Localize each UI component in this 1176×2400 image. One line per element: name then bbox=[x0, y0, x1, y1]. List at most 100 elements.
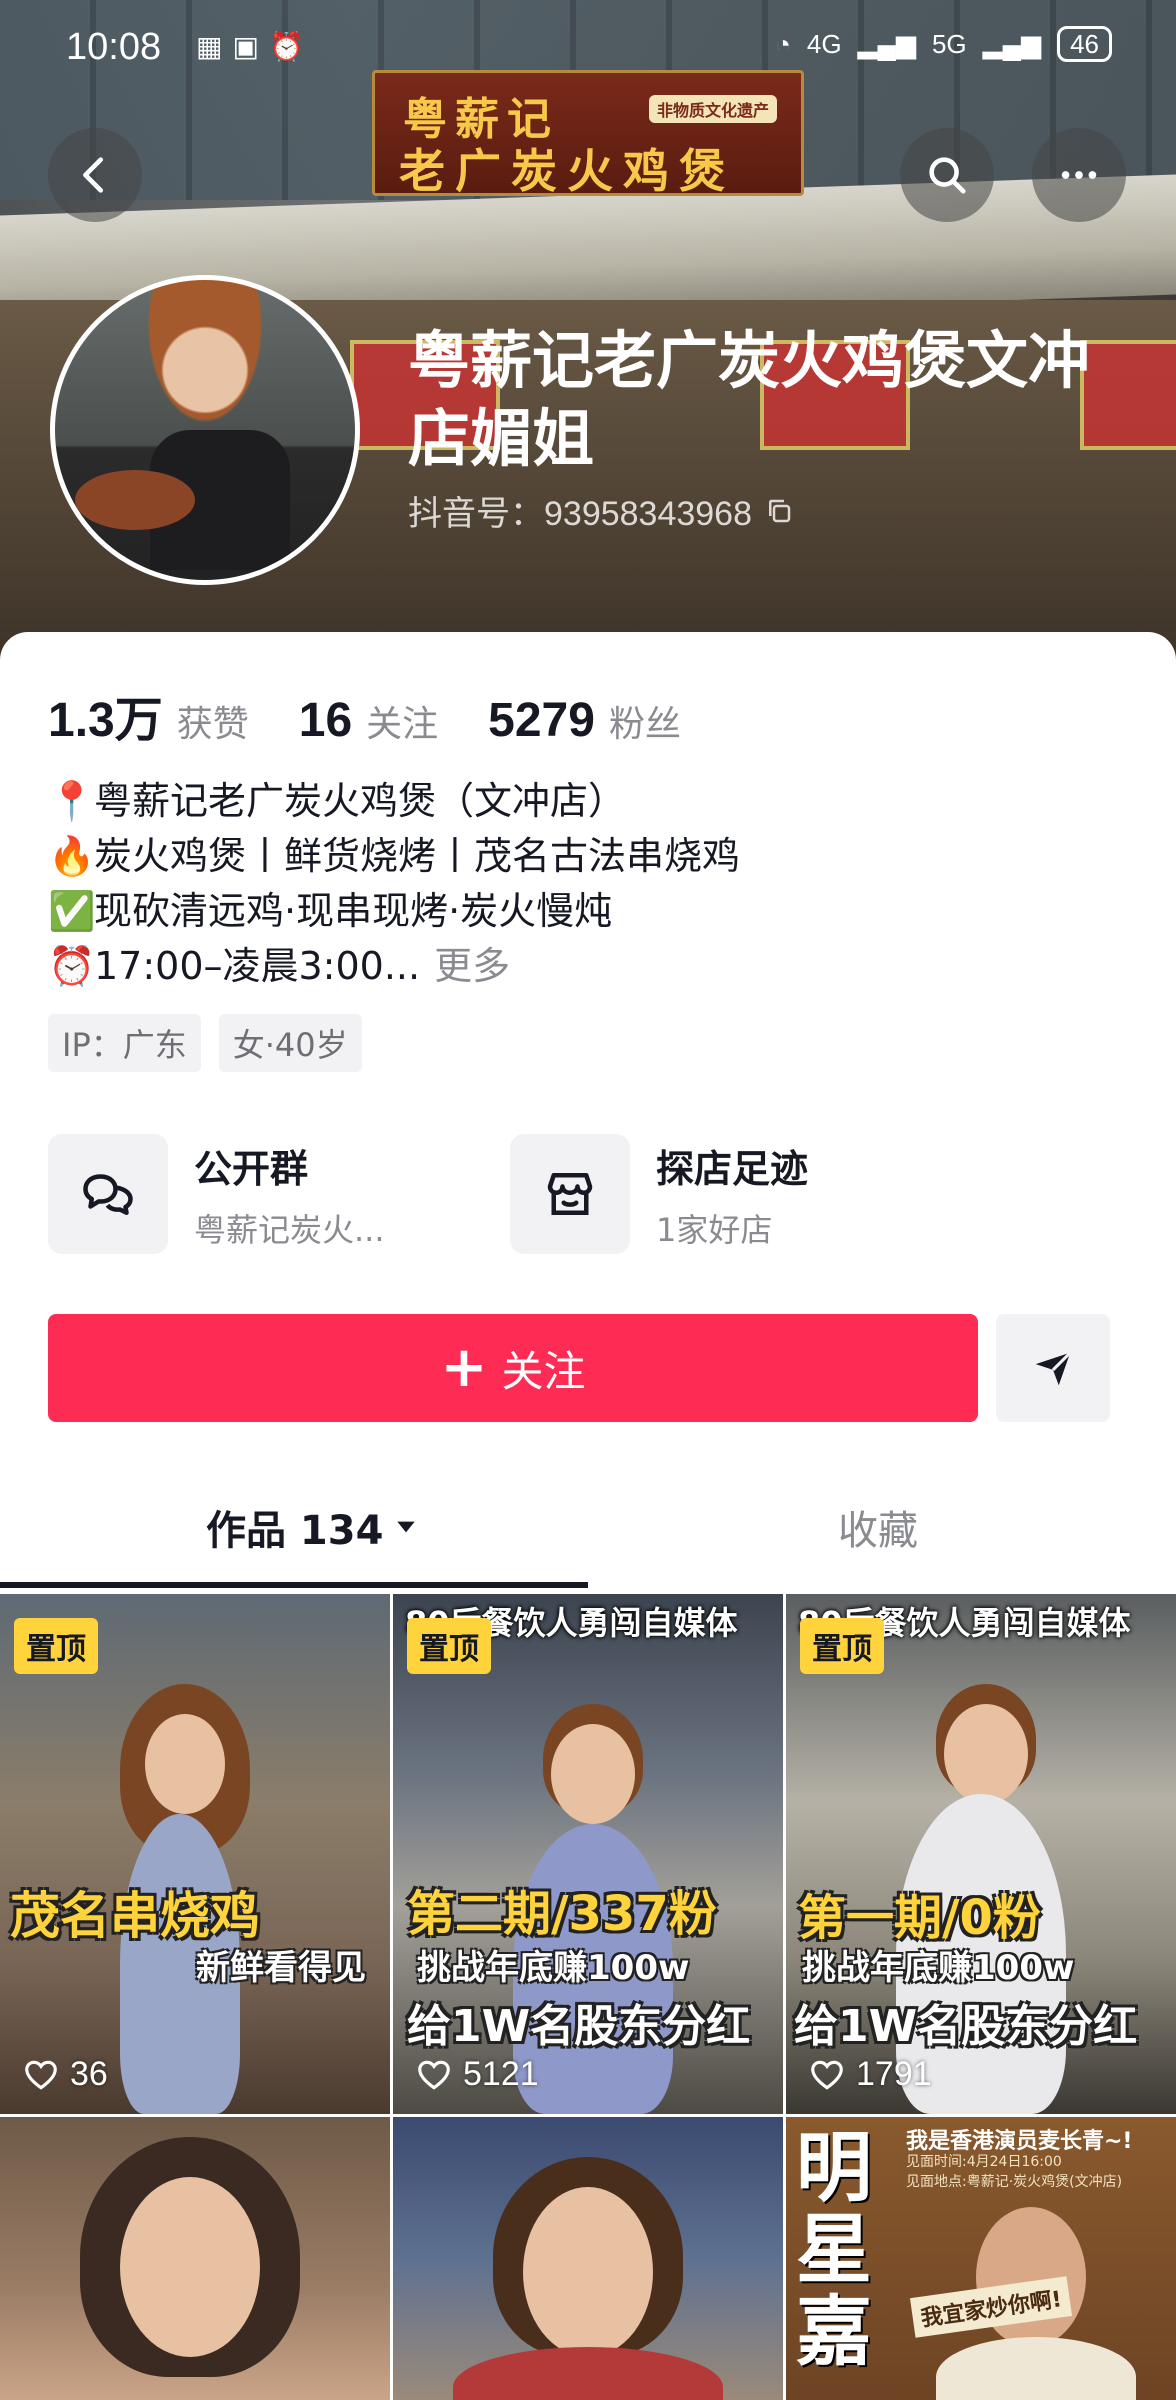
video-mid-caption: 挑战年底赚100w bbox=[802, 1948, 1075, 1988]
poster-vertical-text: 明星嘉 bbox=[796, 2123, 872, 2376]
stat-likes-label[interactable]: 获赞 bbox=[177, 695, 249, 747]
bio-line: 📍粤薪记老广炭火鸡煲（文冲店） bbox=[48, 774, 740, 829]
heart-icon bbox=[418, 2060, 450, 2090]
heart-icon bbox=[25, 2060, 57, 2090]
copy-icon[interactable] bbox=[764, 496, 794, 526]
more-dots-icon bbox=[1061, 171, 1097, 179]
bio-text: 粤薪记老广炭火鸡煲（文冲店） bbox=[94, 779, 627, 823]
chevron-left-icon bbox=[83, 157, 104, 193]
search-icon bbox=[929, 157, 966, 194]
tab-works[interactable]: 作品 134 bbox=[206, 1498, 419, 1556]
tab-active-indicator bbox=[0, 1582, 588, 1588]
bio-text: 现砍清远鸡·现串现烤·炭火慢炖 bbox=[94, 889, 613, 933]
signal-bars-icon: ▂▄▆ bbox=[982, 28, 1042, 59]
video-big-caption: 第一期/0粉 bbox=[798, 1890, 1041, 1946]
pin-icon: 📍 bbox=[48, 779, 96, 823]
thumb-figure bbox=[145, 1714, 225, 1814]
alarm-icon: ⏰ bbox=[48, 944, 96, 988]
video-low-caption: 给1W名股东分红 bbox=[794, 2001, 1138, 2052]
search-button[interactable] bbox=[900, 128, 994, 222]
tab-works-label: 作品 134 bbox=[206, 1508, 384, 1554]
video-grid: 置顶 茂名串烧鸡 新鲜看得见 36 80后餐饮人勇闯自媒体 置顶 第二期/337… bbox=[0, 1594, 1176, 2400]
video-thumbnail[interactable] bbox=[0, 2117, 390, 2400]
pinned-badge: 置顶 bbox=[407, 1618, 491, 1674]
avatar[interactable] bbox=[50, 275, 360, 585]
video-thumbnail[interactable]: 置顶 茂名串烧鸡 新鲜看得见 36 bbox=[0, 1594, 390, 2114]
heart-icon bbox=[811, 2060, 843, 2090]
thumb-figure bbox=[936, 2337, 1136, 2400]
video-thumbnail[interactable]: 80后餐饮人勇闯自媒体 置顶 第二期/337粉 挑战年底赚100w 给1W名股东… bbox=[393, 1594, 783, 2114]
thumb-figure bbox=[944, 1704, 1028, 1804]
stat-followers-count[interactable]: 5279 bbox=[488, 693, 595, 748]
video-low-caption: 给1W名股东分红 bbox=[407, 2001, 751, 2052]
status-right: ◔ 4G ▂▄▆ 5G ▂▄▆ 46 bbox=[775, 26, 1112, 62]
triangle-down-icon bbox=[397, 1521, 416, 1533]
bio-line: ✅现砍清远鸡·现串现烤·炭火慢炖 bbox=[48, 884, 740, 939]
video-likes: 5121 bbox=[415, 2055, 539, 2094]
bio-more-link[interactable]: 更多 bbox=[434, 944, 510, 988]
profile-tags: IP：广东 女·40岁 bbox=[48, 1014, 362, 1072]
more-options-button[interactable] bbox=[1032, 128, 1126, 222]
video-thumbnail[interactable]: 明星嘉 我是香港演员麦长青~! 见面时间:4月24日16:00 见面地点:粤薪记… bbox=[786, 2117, 1176, 2400]
stat-following-label[interactable]: 关注 bbox=[366, 695, 438, 747]
plus-icon: + bbox=[440, 1335, 488, 1400]
bio-text: 炭火鸡煲丨鲜货烧烤丨茂名古法串烧鸡 bbox=[94, 834, 741, 878]
visit-footprint-text: 探店足迹 1家好店 bbox=[656, 1138, 808, 1251]
video-likes-count: 5121 bbox=[463, 2055, 539, 2093]
chat-bubbles-icon bbox=[48, 1134, 168, 1254]
public-group-entry[interactable]: 公开群 粤薪记炭火... bbox=[48, 1134, 385, 1254]
thumb-figure bbox=[453, 2347, 723, 2400]
signal-5g: 5G bbox=[931, 28, 967, 59]
tag-ip: IP：广东 bbox=[48, 1014, 201, 1072]
status-time: 10:08 bbox=[66, 26, 162, 68]
poster-location: 见面地点:粤薪记·炭火鸡煲(文冲店) bbox=[906, 2174, 1123, 2190]
visit-footprint-sub: 1家好店 bbox=[656, 1210, 773, 1249]
visit-footprint-entry[interactable]: 探店足迹 1家好店 bbox=[510, 1134, 808, 1254]
content-tabs: 作品 134 收藏 bbox=[0, 1470, 1176, 1590]
alarm-status-icon: ⏰ bbox=[268, 30, 314, 63]
video-big-caption: 茂名串烧鸡 bbox=[10, 1887, 260, 1945]
signal-4g: 4G bbox=[806, 28, 842, 59]
send-arrow-icon bbox=[1035, 1351, 1072, 1386]
shop-icon bbox=[510, 1134, 630, 1254]
back-button[interactable] bbox=[48, 128, 142, 222]
follow-label: 关注 bbox=[501, 1346, 586, 1396]
visit-footprint-title: 探店足迹 bbox=[656, 1146, 809, 1191]
notification-icon: ▣ bbox=[232, 30, 269, 63]
poster-headline: 我是香港演员麦长青~! bbox=[906, 2129, 1133, 2154]
status-notification-icons: ▦▣⏰ bbox=[196, 30, 314, 63]
thumb-figure bbox=[523, 2187, 653, 2357]
video-likes-count: 1791 bbox=[856, 2055, 932, 2093]
pinned-badge: 置顶 bbox=[14, 1618, 98, 1674]
public-group-sub: 粤薪记炭火... bbox=[194, 1210, 385, 1249]
video-thumbnail[interactable]: 80后餐饮人勇闯自媒体 置顶 第一期/0粉 挑战年底赚100w 给1W名股东分红… bbox=[786, 1594, 1176, 2114]
profile-name: 粤薪记老广炭火鸡煲文冲店媚姐 bbox=[408, 324, 1091, 475]
bio[interactable]: 📍粤薪记老广炭火鸡煲（文冲店） 🔥炭火鸡煲丨鲜货烧烤丨茂名古法串烧鸡 ✅现砍清远… bbox=[48, 774, 740, 994]
thumb-figure bbox=[120, 2177, 260, 2357]
stats-row: 1.3万 获赞 16 关注 5279 粉丝 bbox=[48, 680, 731, 750]
douyin-id[interactable]: 抖音号：93958343968 bbox=[408, 486, 794, 535]
stat-likes-count[interactable]: 1.3万 bbox=[48, 680, 163, 750]
tag-gender-age: 女·40岁 bbox=[218, 1014, 362, 1072]
sign-line2: 老广炭火鸡煲 bbox=[399, 144, 735, 198]
bio-line: 🔥炭火鸡煲丨鲜货烧烤丨茂名古法串烧鸡 bbox=[48, 829, 740, 884]
battery-indicator: 46 bbox=[1057, 26, 1112, 62]
stat-followers-label[interactable]: 粉丝 bbox=[609, 695, 681, 747]
video-likes-count: 36 bbox=[70, 2055, 108, 2093]
video-thumbnail[interactable] bbox=[393, 2117, 783, 2400]
stat-following-count[interactable]: 16 bbox=[299, 693, 352, 748]
pinned-badge: 置顶 bbox=[800, 1618, 884, 1674]
video-likes: 36 bbox=[22, 2055, 108, 2094]
video-mid-caption: 挑战年底赚100w bbox=[417, 1948, 690, 1988]
bio-text: 17:00–凌晨3:00... bbox=[94, 944, 421, 988]
avatar-pot bbox=[75, 470, 195, 530]
video-mid-caption: 新鲜看得见 bbox=[196, 1948, 366, 1988]
tab-favorites[interactable]: 收藏 bbox=[838, 1498, 918, 1556]
bio-line: ⏰17:00–凌晨3:00... 更多 bbox=[48, 939, 740, 994]
video-likes: 1791 bbox=[808, 2055, 932, 2094]
wifi-icon: ◔ bbox=[775, 28, 791, 59]
public-group-text: 公开群 粤薪记炭火... bbox=[194, 1138, 385, 1251]
poster-time: 见面时间:4月24日16:00 bbox=[906, 2154, 1062, 2170]
share-button[interactable] bbox=[996, 1314, 1110, 1422]
follow-button[interactable]: + 关注 bbox=[48, 1314, 978, 1422]
